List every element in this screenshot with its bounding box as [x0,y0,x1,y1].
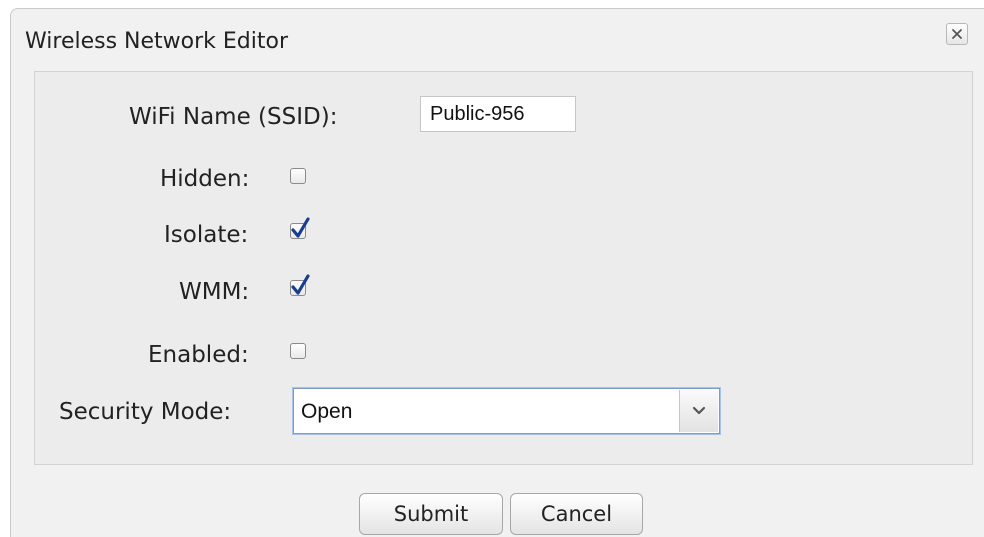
security-mode-label: Security Mode: [59,399,232,425]
submit-button[interactable]: Submit [359,493,503,535]
select-arrow[interactable] [679,390,718,432]
enabled-label: Enabled: [148,342,249,368]
enabled-checkbox[interactable] [290,343,306,359]
security-mode-select[interactable]: Open [293,388,720,434]
hidden-checkbox[interactable] [290,168,306,184]
checkmark-icon [291,217,310,238]
ssid-input[interactable] [420,96,576,132]
isolate-label: Isolate: [164,222,249,248]
isolate-checkbox[interactable] [290,217,310,239]
wmm-checkbox[interactable] [290,274,310,296]
dialog-title: Wireless Network Editor [25,29,289,54]
ssid-label: WiFi Name (SSID): [129,104,338,130]
close-button[interactable] [946,23,968,45]
checkmark-icon [291,274,310,295]
chevron-down-icon [692,406,706,415]
wmm-label: WMM: [179,279,250,305]
close-icon [952,29,962,39]
cancel-button[interactable]: Cancel [510,493,643,535]
hidden-label: Hidden: [160,166,250,192]
security-mode-value: Open [301,400,353,423]
wireless-network-editor-dialog: Wireless Network Editor WiFi Name (SSID)… [10,8,984,537]
